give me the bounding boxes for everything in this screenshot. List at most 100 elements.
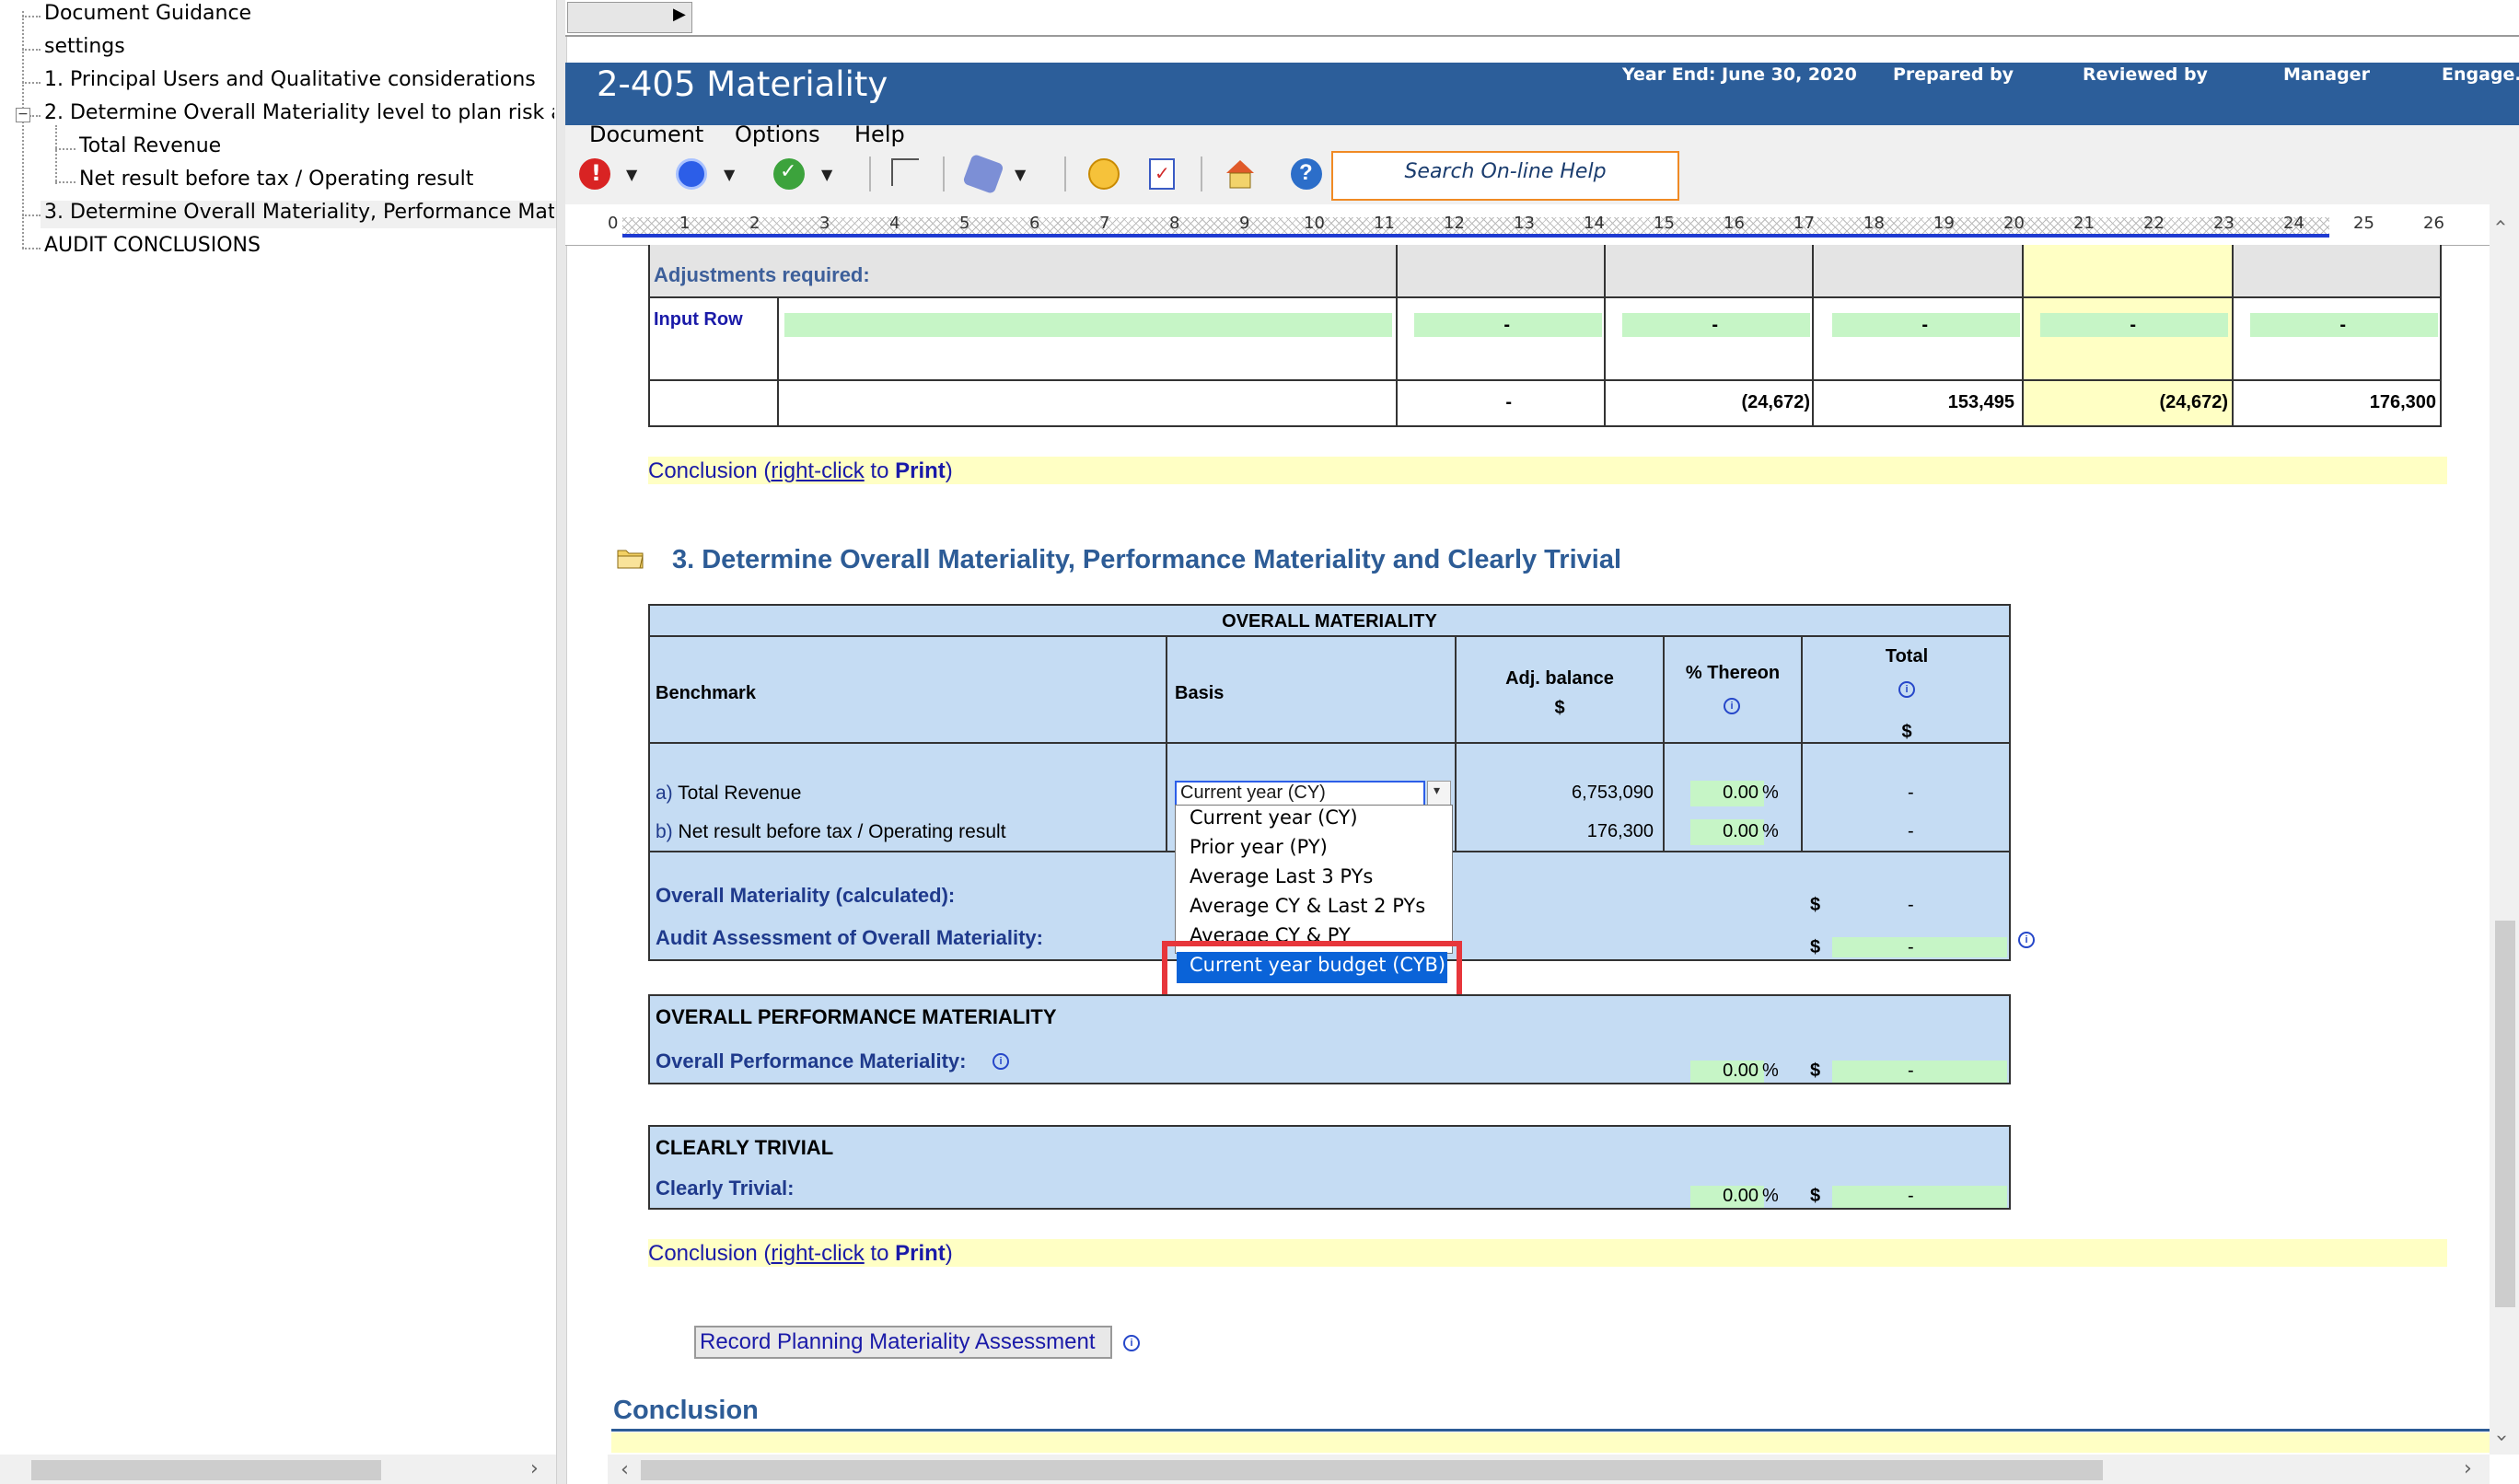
adjustments-required-label: Adjustments required: bbox=[654, 263, 870, 286]
info-icon[interactable]: i bbox=[1123, 1335, 1140, 1351]
tree-collapse-icon[interactable]: − bbox=[16, 108, 30, 122]
record-button-label[interactable]: Record Planning Materiality Assessment bbox=[700, 1329, 1096, 1355]
tree-item-total-revenue[interactable]: Total Revenue bbox=[79, 134, 221, 157]
total-value: (24,672) bbox=[2159, 392, 2229, 412]
total-value: (24,672) bbox=[1741, 392, 1811, 412]
basis-select-value[interactable]: Current year (CY) bbox=[1180, 783, 1326, 804]
print-text: Print bbox=[895, 458, 946, 483]
ruler-margin-line bbox=[622, 234, 2329, 238]
tab-scroller[interactable]: ▶ bbox=[567, 2, 692, 33]
prepared-by-label[interactable]: Prepared by bbox=[1893, 64, 2014, 85]
performance-percent-value[interactable]: 0.00 bbox=[1690, 1061, 1759, 1082]
folder-icon[interactable] bbox=[617, 547, 644, 569]
chevron-down-icon[interactable]: ▼ bbox=[1015, 166, 1026, 183]
menu-options[interactable]: Options bbox=[735, 122, 820, 147]
reviewed-by-label[interactable]: Reviewed by bbox=[2083, 64, 2208, 85]
ruler-label: 15 bbox=[1654, 214, 1675, 233]
trivial-value: - bbox=[1908, 1186, 1914, 1206]
document-vertical-scrollbar[interactable]: › › bbox=[2489, 204, 2519, 1455]
tree-guide-line bbox=[55, 148, 75, 150]
dropdown-option-average-cy-last-2[interactable]: Average CY & Last 2 PYs bbox=[1190, 895, 1425, 917]
help-icon[interactable]: ? bbox=[1291, 158, 1322, 190]
dropdown-option-average-last-3[interactable]: Average Last 3 PYs bbox=[1190, 865, 1373, 887]
ruler-label: 11 bbox=[1374, 214, 1395, 233]
percent-unit: % bbox=[1762, 1061, 1779, 1081]
total-value: - bbox=[1505, 392, 1512, 412]
tree-item-determine-overall-materiality[interactable]: 2. Determine Overall Materiality level t… bbox=[44, 101, 554, 124]
audit-currency: $ bbox=[1810, 937, 1821, 957]
percent-value[interactable]: 0.00 bbox=[1690, 821, 1759, 842]
check-icon[interactable]: ✓ bbox=[773, 158, 805, 190]
ruler-icon[interactable] bbox=[891, 158, 919, 186]
clearly-trivial-heading: CLEARLY TRIVIAL bbox=[656, 1136, 834, 1159]
info-icon[interactable]: i bbox=[1898, 681, 1915, 698]
home-icon[interactable] bbox=[1225, 158, 1256, 190]
toolbar-separator bbox=[869, 157, 871, 191]
column-divider bbox=[1396, 379, 1398, 427]
right-click-link[interactable]: right-click bbox=[771, 1241, 864, 1266]
tree-horizontal-scrollbar[interactable]: › bbox=[0, 1455, 556, 1484]
info-icon[interactable]: i bbox=[993, 1053, 1009, 1070]
tree-guide-line bbox=[22, 248, 41, 249]
info-icon[interactable]: i bbox=[2018, 932, 2035, 948]
engage-label[interactable]: Engage. L bbox=[2442, 64, 2519, 85]
chevron-down-icon[interactable]: ▼ bbox=[724, 166, 735, 183]
blue-circle-icon[interactable] bbox=[676, 158, 707, 190]
scroll-up-arrow-icon[interactable]: › bbox=[2486, 219, 2515, 227]
clearly-trivial-box bbox=[648, 1125, 2011, 1210]
scroll-right-arrow-icon[interactable]: › bbox=[2464, 1455, 2472, 1484]
column-divider bbox=[2022, 245, 2024, 296]
chevron-down-icon[interactable]: ▼ bbox=[626, 166, 637, 183]
menu-help[interactable]: Help bbox=[854, 122, 905, 147]
tree-scrollbar-thumb[interactable] bbox=[31, 1460, 381, 1480]
trivial-percent-value[interactable]: 0.00 bbox=[1690, 1186, 1759, 1207]
performance-value-field[interactable] bbox=[1832, 1061, 2007, 1083]
right-click-link[interactable]: right-click bbox=[771, 458, 864, 483]
vertical-scrollbar-thumb[interactable] bbox=[2495, 921, 2515, 1307]
scroll-left-arrow-icon[interactable]: › bbox=[621, 1455, 629, 1484]
exclamation-icon[interactable]: ! bbox=[579, 158, 610, 190]
tree-item-audit-conclusions[interactable]: AUDIT CONCLUSIONS bbox=[44, 234, 261, 257]
conclusion-print-link[interactable]: Conclusion (right-click to Print) bbox=[648, 458, 953, 484]
total-unit: $ bbox=[1901, 722, 1912, 742]
ruler-label: 8 bbox=[1169, 214, 1180, 233]
percent-value[interactable]: 0.00 bbox=[1690, 783, 1759, 804]
checklist-icon[interactable]: ✓ bbox=[1149, 158, 1175, 190]
audit-assessment-input[interactable] bbox=[1832, 937, 2007, 957]
document-horizontal-scrollbar[interactable]: › › bbox=[608, 1455, 2490, 1484]
tree-guide-line bbox=[22, 16, 41, 17]
tree-item-section-3[interactable]: 3. Determine Overall Materiality, Perfor… bbox=[44, 201, 554, 224]
tree-item-principal-users[interactable]: 1. Principal Users and Qualitative consi… bbox=[44, 68, 536, 91]
tree-item-document-guidance[interactable]: Document Guidance bbox=[44, 2, 251, 25]
conclusion-middle: to bbox=[864, 458, 896, 483]
menu-document[interactable]: Document bbox=[589, 122, 703, 147]
chevron-down-icon[interactable]: ▾ bbox=[1434, 783, 1440, 798]
scroll-down-arrow-icon[interactable]: › bbox=[2486, 1434, 2515, 1443]
section-3-title: 3. Determine Overall Materiality, Perfor… bbox=[672, 545, 1622, 574]
dropdown-option-prior-year[interactable]: Prior year (PY) bbox=[1190, 836, 1328, 858]
ruler-label: 3 bbox=[819, 214, 830, 233]
info-icon[interactable]: i bbox=[1724, 698, 1740, 714]
search-online-help-text[interactable]: Search On-line Help bbox=[1331, 160, 1679, 183]
basis-select-toggle[interactable]: ▾ bbox=[1427, 781, 1451, 806]
scroll-right-arrow-icon[interactable]: › bbox=[530, 1455, 539, 1484]
sun-icon[interactable] bbox=[1088, 158, 1120, 190]
horizontal-scrollbar-thumb[interactable] bbox=[641, 1460, 2103, 1480]
chevron-down-icon[interactable]: ▼ bbox=[821, 166, 832, 183]
tab-scroll-right-icon[interactable]: ▶ bbox=[673, 5, 686, 24]
row-prefix: b) bbox=[656, 821, 673, 842]
conclusion-input-area[interactable] bbox=[611, 1432, 2490, 1453]
tree-item-net-result[interactable]: Net result before tax / Operating result bbox=[79, 168, 473, 191]
clearly-trivial-label: Clearly Trivial: bbox=[656, 1177, 795, 1200]
conclusion-print-link[interactable]: Conclusion (right-click to Print) bbox=[648, 1241, 953, 1267]
dropdown-option-current-year[interactable]: Current year (CY) bbox=[1190, 806, 1358, 829]
pct-thereon-header: % Thereon bbox=[1685, 663, 1781, 683]
print-text: Print bbox=[895, 1241, 946, 1266]
manager-label[interactable]: Manager bbox=[2283, 64, 2370, 85]
audit-value[interactable]: - bbox=[1908, 937, 1914, 958]
input-description-field[interactable] bbox=[784, 313, 1392, 337]
adj-balance-unit: $ bbox=[1554, 698, 1565, 718]
tree-item-settings[interactable]: settings bbox=[44, 35, 125, 58]
trivial-value-field[interactable] bbox=[1832, 1186, 2007, 1208]
column-divider bbox=[2022, 379, 2024, 427]
